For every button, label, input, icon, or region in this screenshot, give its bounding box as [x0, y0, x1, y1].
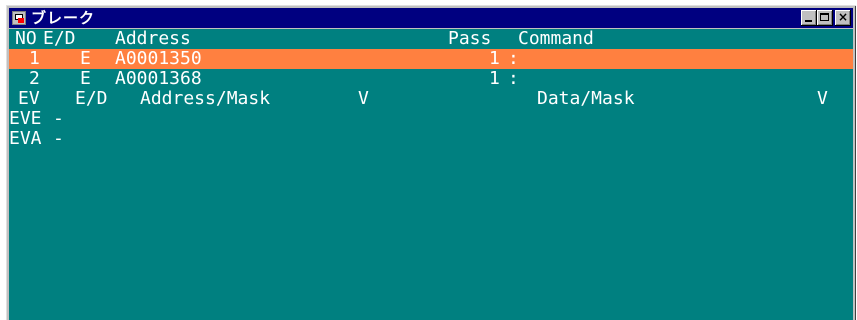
header-command: Command — [518, 28, 594, 49]
header-event-ed: E/D — [75, 88, 108, 109]
minimize-icon — [805, 20, 812, 22]
maximize-button[interactable] — [817, 10, 833, 26]
header-v-data: V — [817, 88, 828, 109]
event-row[interactable]: EVE - — [9, 109, 853, 129]
event-header-row: EV E/D Address/Mask V Data/Mask V — [9, 89, 853, 109]
app-icon[interactable] — [12, 11, 26, 25]
breakpoint-pass: 1 — [489, 48, 500, 69]
close-icon: × — [837, 10, 849, 24]
breakpoint-row[interactable]: 2 E A0001368 1 : — [9, 69, 853, 89]
event-name: EVE — [9, 108, 42, 129]
break-list-panel[interactable]: NO E/D Address Pass Command 1 E A0001350… — [9, 29, 853, 320]
breakpoint-command-separator: : — [508, 48, 519, 69]
breakpoint-address: A0001350 — [115, 48, 202, 69]
break-window: ブレーク × NO E/D Address Pass Command 1 E A… — [6, 5, 856, 320]
header-pass: Pass — [448, 28, 492, 49]
window-title: ブレーク — [31, 9, 96, 27]
event-name: EVA — [9, 128, 42, 149]
breakpoint-no: 1 — [29, 48, 40, 69]
breakpoint-pass: 1 — [489, 68, 500, 89]
header-address: Address — [115, 28, 191, 49]
minimize-button[interactable] — [801, 10, 817, 26]
event-value: - — [53, 128, 64, 149]
header-no: NO — [15, 28, 37, 49]
breakpoint-row[interactable]: 1 E A0001350 1 : — [9, 49, 853, 69]
breakpoint-ed: E — [80, 68, 91, 89]
header-ed: E/D — [43, 28, 76, 49]
close-button[interactable]: × — [835, 10, 851, 26]
maximize-icon — [820, 13, 829, 21]
title-bar[interactable]: ブレーク × — [9, 8, 853, 28]
breakpoint-no: 2 — [29, 68, 40, 89]
header-v-address: V — [358, 88, 369, 109]
header-ev: EV — [18, 88, 40, 109]
breakpoint-header-row: NO E/D Address Pass Command — [9, 29, 853, 49]
breakpoint-address: A0001368 — [115, 68, 202, 89]
header-address-mask: Address/Mask — [140, 88, 271, 109]
event-row[interactable]: EVA - — [9, 129, 853, 149]
header-data-mask: Data/Mask — [537, 88, 635, 109]
breakpoint-ed: E — [80, 48, 91, 69]
breakpoint-command-separator: : — [508, 68, 519, 89]
event-value: - — [53, 108, 64, 129]
